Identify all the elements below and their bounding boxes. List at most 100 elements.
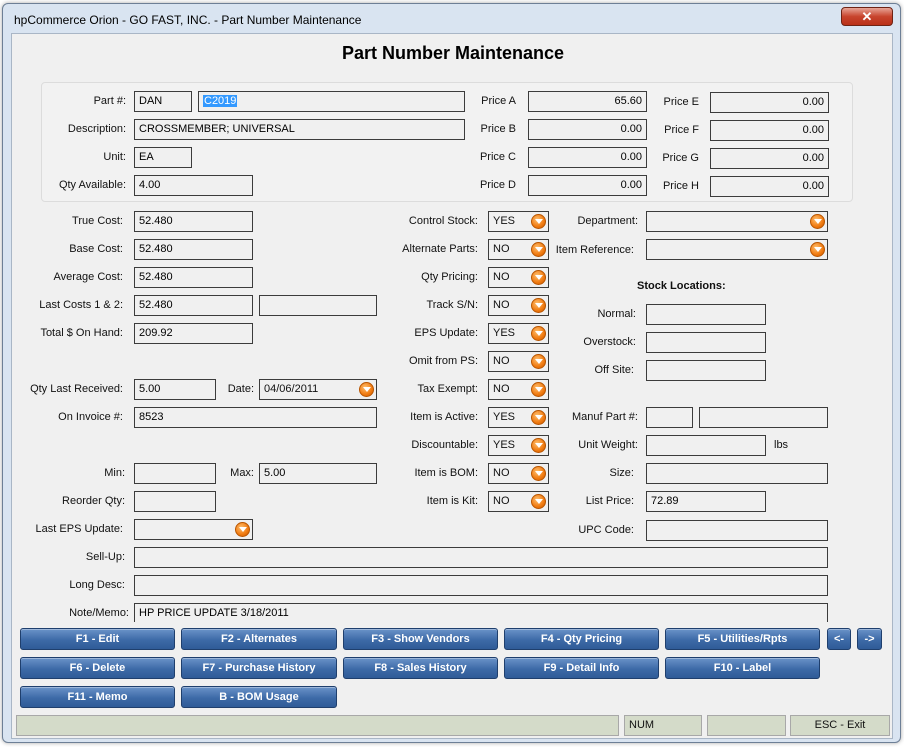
tax-exempt-select[interactable]: NO bbox=[488, 379, 549, 400]
show-vendors-button[interactable]: F3 - Show Vendors bbox=[343, 628, 498, 650]
last-eps-update-picker[interactable] bbox=[134, 519, 253, 540]
average-cost-field[interactable]: 52.480 bbox=[134, 267, 253, 288]
chevron-down-icon[interactable] bbox=[531, 466, 546, 481]
edit-button[interactable]: F1 - Edit bbox=[20, 628, 175, 650]
item-reference-label: Item Reference: bbox=[555, 244, 634, 256]
chevron-down-icon[interactable] bbox=[531, 382, 546, 397]
next-record-button[interactable]: -> bbox=[857, 628, 882, 650]
long-desc-field[interactable] bbox=[134, 575, 828, 596]
label-button[interactable]: F10 - Label bbox=[665, 657, 820, 679]
alternate-parts-select[interactable]: NO bbox=[488, 239, 549, 260]
price-h-field[interactable]: 0.00 bbox=[710, 176, 829, 197]
description-field[interactable]: CROSSMEMBER; UNIVERSAL bbox=[134, 119, 465, 140]
close-button[interactable]: ✕ bbox=[841, 7, 893, 26]
overstock-location-field[interactable] bbox=[646, 332, 766, 353]
date-picker[interactable]: 04/06/2011 bbox=[259, 379, 377, 400]
chevron-down-icon[interactable] bbox=[810, 242, 825, 257]
detail-info-button[interactable]: F9 - Detail Info bbox=[504, 657, 659, 679]
chevron-down-icon[interactable] bbox=[531, 270, 546, 285]
eps-update-select[interactable]: YES bbox=[488, 323, 549, 344]
price-c-field[interactable]: 0.00 bbox=[528, 147, 647, 168]
overstock-label: Overstock: bbox=[583, 336, 636, 348]
qty-pricing-select[interactable]: NO bbox=[488, 267, 549, 288]
normal-location-field[interactable] bbox=[646, 304, 766, 325]
base-cost-label: Base Cost: bbox=[69, 243, 123, 255]
part-number-field[interactable]: C2019 bbox=[198, 91, 465, 112]
description-label: Description: bbox=[67, 123, 126, 135]
department-select[interactable] bbox=[646, 211, 828, 232]
omit-from-ps-select[interactable]: NO bbox=[488, 351, 549, 372]
item-is-kit-value: NO bbox=[493, 495, 510, 507]
chevron-down-icon[interactable] bbox=[531, 438, 546, 453]
chevron-down-icon[interactable] bbox=[531, 242, 546, 257]
last-cost-2-field[interactable] bbox=[259, 295, 377, 316]
manuf-part-prefix-field[interactable] bbox=[646, 407, 693, 428]
item-is-active-select[interactable]: YES bbox=[488, 407, 549, 428]
qty-last-received-field[interactable]: 5.00 bbox=[134, 379, 216, 400]
status-cell-empty bbox=[707, 715, 786, 736]
unit-weight-field[interactable] bbox=[646, 435, 766, 456]
true-cost-field[interactable]: 52.480 bbox=[134, 211, 253, 232]
list-price-field[interactable]: 72.89 bbox=[646, 491, 766, 512]
tax-exempt-value: NO bbox=[493, 383, 510, 395]
chevron-down-icon[interactable] bbox=[531, 410, 546, 425]
price-a-label: Price A bbox=[481, 95, 516, 107]
chevron-down-icon[interactable] bbox=[531, 298, 546, 313]
price-c-label: Price C bbox=[479, 151, 516, 163]
control-stock-select[interactable]: YES bbox=[488, 211, 549, 232]
unit-field[interactable]: EA bbox=[134, 147, 192, 168]
utilities-reports-button[interactable]: F5 - Utilities/Rpts bbox=[665, 628, 820, 650]
min-field[interactable] bbox=[134, 463, 216, 484]
department-label: Department: bbox=[577, 215, 638, 227]
manuf-part-number-field[interactable] bbox=[699, 407, 828, 428]
part-prefix-field[interactable]: DAN bbox=[134, 91, 192, 112]
price-a-field[interactable]: 65.60 bbox=[528, 91, 647, 112]
price-e-field[interactable]: 0.00 bbox=[710, 92, 829, 113]
omit-from-ps-value: NO bbox=[493, 355, 510, 367]
size-field[interactable] bbox=[646, 463, 828, 484]
esc-exit-indicator[interactable]: ESC - Exit bbox=[790, 715, 890, 736]
chevron-down-icon[interactable] bbox=[810, 214, 825, 229]
item-is-bom-value: NO bbox=[493, 467, 510, 479]
calendar-dropdown-icon[interactable] bbox=[235, 522, 250, 537]
max-field[interactable]: 5.00 bbox=[259, 463, 377, 484]
discountable-select[interactable]: YES bbox=[488, 435, 549, 456]
qty-pricing-button[interactable]: F4 - Qty Pricing bbox=[504, 628, 659, 650]
price-b-label: Price B bbox=[480, 123, 516, 135]
qty-pricing-value: NO bbox=[493, 271, 510, 283]
chevron-down-icon[interactable] bbox=[531, 354, 546, 369]
off-site-label: Off Site: bbox=[594, 364, 634, 376]
price-f-field[interactable]: 0.00 bbox=[710, 120, 829, 141]
qty-available-field[interactable]: 4.00 bbox=[134, 175, 253, 196]
item-reference-select[interactable] bbox=[646, 239, 828, 260]
delete-button[interactable]: F6 - Delete bbox=[20, 657, 175, 679]
eps-update-value: YES bbox=[493, 327, 516, 339]
chevron-down-icon[interactable] bbox=[531, 326, 546, 341]
reorder-qty-field[interactable] bbox=[134, 491, 216, 512]
purchase-history-button[interactable]: F7 - Purchase History bbox=[181, 657, 337, 679]
bom-usage-button[interactable]: B - BOM Usage bbox=[181, 686, 337, 708]
alternates-button[interactable]: F2 - Alternates bbox=[181, 628, 337, 650]
chevron-down-icon[interactable] bbox=[531, 214, 546, 229]
price-d-field[interactable]: 0.00 bbox=[528, 175, 647, 196]
chevron-down-icon[interactable] bbox=[531, 494, 546, 509]
title-bar[interactable]: hpCommerce Orion - GO FAST, INC. - Part … bbox=[3, 4, 900, 34]
item-is-bom-select[interactable]: NO bbox=[488, 463, 549, 484]
last-cost-1-field[interactable]: 52.480 bbox=[134, 295, 253, 316]
price-e-label: Price E bbox=[663, 96, 699, 108]
total-on-hand-field[interactable]: 209.92 bbox=[134, 323, 253, 344]
qty-last-received-label: Qty Last Received: bbox=[30, 383, 123, 395]
price-g-field[interactable]: 0.00 bbox=[710, 148, 829, 169]
note-memo-field[interactable]: HP PRICE UPDATE 3/18/2011 bbox=[134, 603, 828, 622]
previous-record-button[interactable]: <- bbox=[827, 628, 851, 650]
sell-up-field[interactable] bbox=[134, 547, 828, 568]
on-invoice-field[interactable]: 8523 bbox=[134, 407, 377, 428]
off-site-location-field[interactable] bbox=[646, 360, 766, 381]
upc-code-field[interactable] bbox=[646, 520, 828, 541]
price-b-field[interactable]: 0.00 bbox=[528, 119, 647, 140]
base-cost-field[interactable]: 52.480 bbox=[134, 239, 253, 260]
track-sn-select[interactable]: NO bbox=[488, 295, 549, 316]
item-is-kit-select[interactable]: NO bbox=[488, 491, 549, 512]
memo-button[interactable]: F11 - Memo bbox=[20, 686, 175, 708]
sales-history-button[interactable]: F8 - Sales History bbox=[343, 657, 498, 679]
